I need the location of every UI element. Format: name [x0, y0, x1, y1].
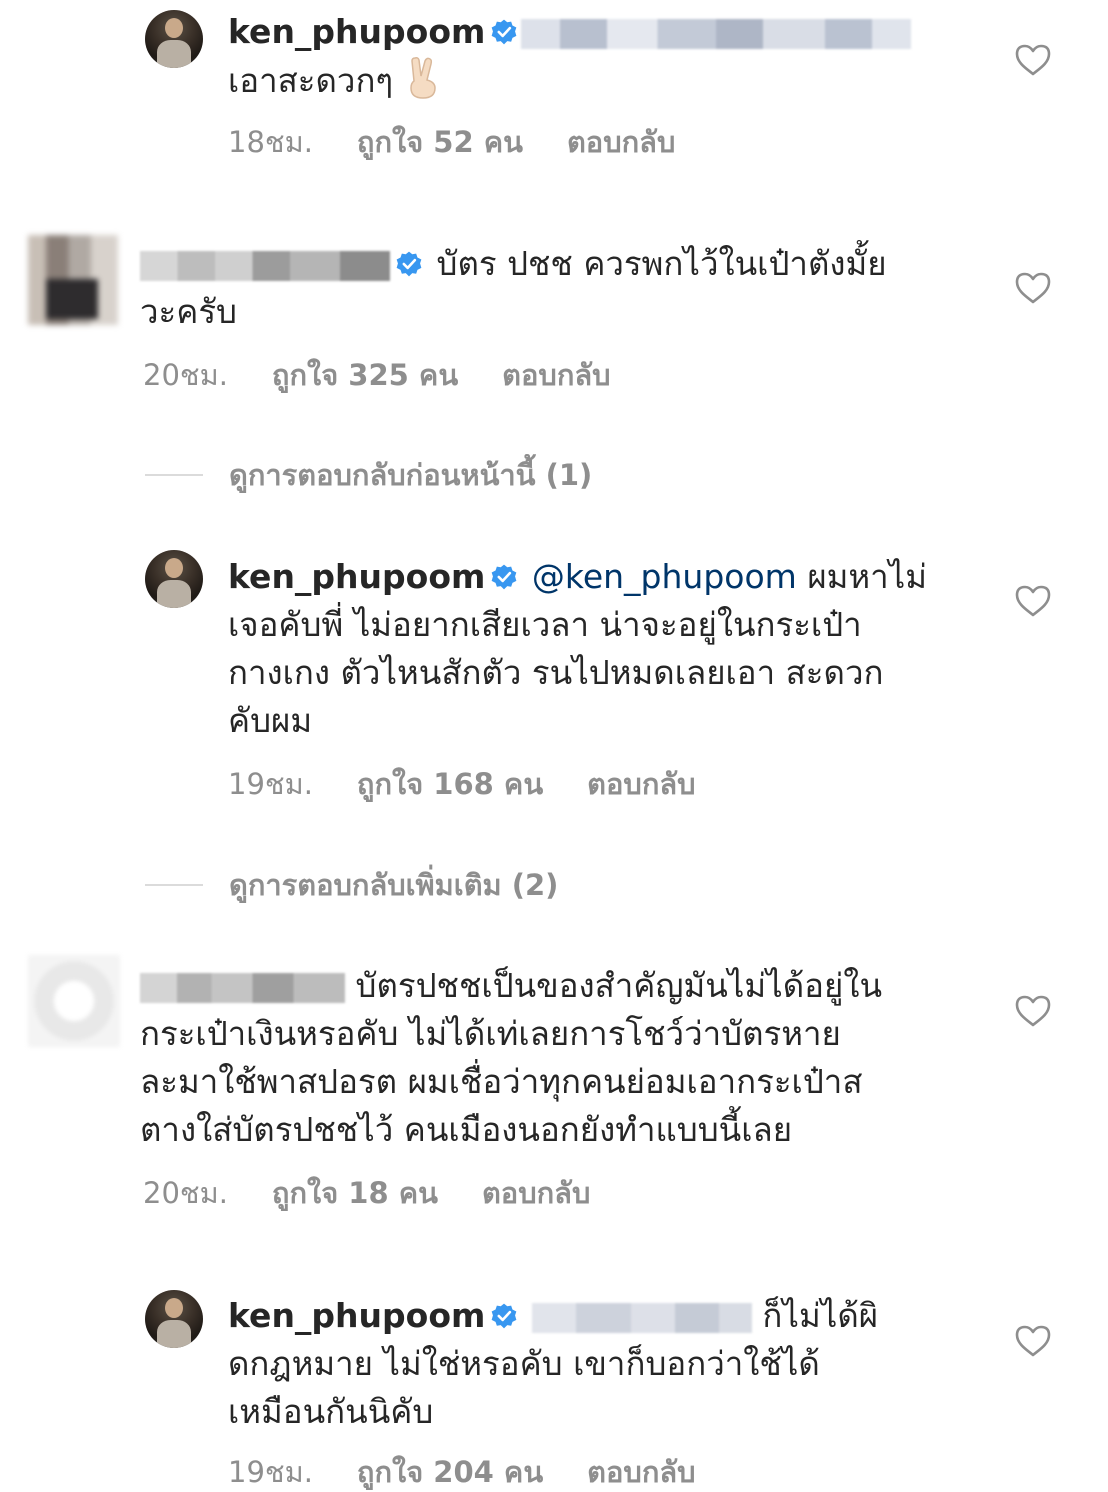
comment-meta: 20ชม. ถูกใจ 325 คน ตอบกลับ [143, 355, 655, 395]
heart-icon[interactable] [1015, 44, 1051, 76]
username[interactable]: ken_phupoom [228, 557, 485, 596]
comment-text: วะครับ [140, 292, 238, 331]
reply-button[interactable]: ตอบกลับ [567, 125, 675, 159]
comment-body: บัตร ปชช ควรพกไว้ในเป๋าตังมั้ย วะครับ [140, 240, 940, 336]
comment-text: คับผม [228, 701, 313, 740]
view-replies-label[interactable]: ดูการตอบกลับเพิ่มเติม (2) [229, 868, 558, 902]
comment-body: ken_phupoom ก็ไม่ได้ผิ ดกฎหมาย ไม่ใช่หรอ… [228, 1292, 958, 1436]
reply-button[interactable]: ตอบกลับ [587, 1455, 695, 1489]
redacted-username [140, 250, 390, 281]
username[interactable]: ken_phupoom [228, 1296, 485, 1335]
likes-count[interactable]: ถูกใจ 18 คน [272, 1176, 438, 1210]
timestamp[interactable]: 19ชม. [228, 767, 313, 801]
comment-text: ละมาใช้พาสปอรต ผมเชื่อว่าทุกคนย่อมเอากระ… [140, 1062, 863, 1101]
comment-body: ken_phupoom @ken_phupoom ผมหาไม่ เจอคับพ… [228, 553, 958, 745]
mention-link[interactable]: @ken_phupoom [532, 557, 797, 596]
comment-meta: 20ชม. ถูกใจ 18 คน ตอบกลับ [143, 1173, 634, 1213]
timestamp[interactable]: 20ชม. [143, 358, 228, 392]
comment-text: เอาสะดวกๆ [228, 61, 394, 100]
comment-text: ตางใส่บัตรปชชไว้ คนเมืองนอกยังทำแบบนี้เล… [140, 1110, 793, 1149]
reply-button[interactable]: ตอบกลับ [482, 1176, 590, 1210]
verified-badge-icon [492, 1303, 517, 1329]
comment-text: ดกฎหมาย ไม่ใช่หรอคับ เขาก็บอกว่าใช้ได้ [228, 1344, 820, 1383]
comment-body: บัตรปชชเป็นของสำคัญมันไม่ได้อยู่ใน กระเป… [140, 962, 940, 1154]
comment-text: เจอคับพี่ ไม่อยากเสียเวลา น่าจะอยู่ในกระ… [228, 605, 862, 644]
comment-text: เหมือนกันนิคับ [228, 1392, 434, 1431]
comment-meta: 19ชม. ถูกใจ 168 คน ตอบกลับ [228, 764, 740, 804]
comment-body: ken_phupoom เอาสะดวกๆ [228, 8, 968, 105]
divider-line [145, 884, 203, 886]
timestamp[interactable]: 19ชม. [228, 1455, 313, 1489]
comment-text: กางเกง ตัวไหนสักตัว รนไปหมดเลยเอา สะดวก [228, 653, 884, 692]
heart-icon[interactable] [1015, 585, 1051, 617]
view-previous-replies[interactable]: ดูการตอบกลับก่อนหน้านี้ (1) [145, 452, 592, 492]
reply-button[interactable]: ตอบกลับ [502, 358, 610, 392]
likes-count[interactable]: ถูกใจ 325 คน [272, 358, 458, 392]
heart-icon[interactable] [1015, 995, 1051, 1027]
likes-count[interactable]: ถูกใจ 204 คน [357, 1455, 543, 1489]
verified-badge-icon [492, 564, 517, 590]
verified-badge-icon [492, 19, 517, 45]
comment-text: บัตร ปชช ควรพกไว้ในเป๋าตังมั้ย [436, 244, 887, 283]
reply-button[interactable]: ตอบกลับ [587, 767, 695, 801]
likes-count[interactable]: ถูกใจ 168 คน [357, 767, 543, 801]
likes-count[interactable]: ถูกใจ 52 คน [357, 125, 523, 159]
avatar[interactable] [145, 1290, 203, 1348]
comment-meta: 18ชม. ถูกใจ 52 คน ตอบกลับ [228, 122, 719, 162]
redacted-username [140, 972, 345, 1003]
view-replies-label[interactable]: ดูการตอบกลับก่อนหน้านี้ (1) [229, 458, 592, 492]
heart-icon[interactable] [1015, 272, 1051, 304]
victory-hand-emoji [410, 57, 436, 99]
avatar[interactable] [145, 550, 203, 608]
comment-text: ผมหาไม่ [807, 557, 928, 596]
comment-meta: 19ชม. ถูกใจ 204 คน ตอบกลับ [228, 1452, 740, 1492]
avatar[interactable] [28, 235, 118, 325]
divider-line [145, 474, 203, 476]
timestamp[interactable]: 18ชม. [228, 125, 313, 159]
timestamp[interactable]: 20ชม. [143, 1176, 228, 1210]
verified-badge-icon [396, 251, 422, 277]
avatar[interactable] [145, 10, 203, 68]
redacted-mention [521, 18, 912, 49]
comment-text: กระเป๋าเงินหรอคับ ไม่ได้เท่เลยการโชว์ว่า… [140, 1014, 841, 1053]
username[interactable]: ken_phupoom [228, 12, 485, 51]
heart-icon[interactable] [1015, 1325, 1051, 1357]
redacted-mention [531, 1302, 752, 1333]
avatar[interactable] [28, 955, 120, 1047]
comment-text: ก็ไม่ได้ผิ [762, 1296, 879, 1335]
view-more-replies[interactable]: ดูการตอบกลับเพิ่มเติม (2) [145, 862, 558, 902]
comment-text: บัตรปชชเป็นของสำคัญมันไม่ได้อยู่ใน [355, 966, 883, 1005]
